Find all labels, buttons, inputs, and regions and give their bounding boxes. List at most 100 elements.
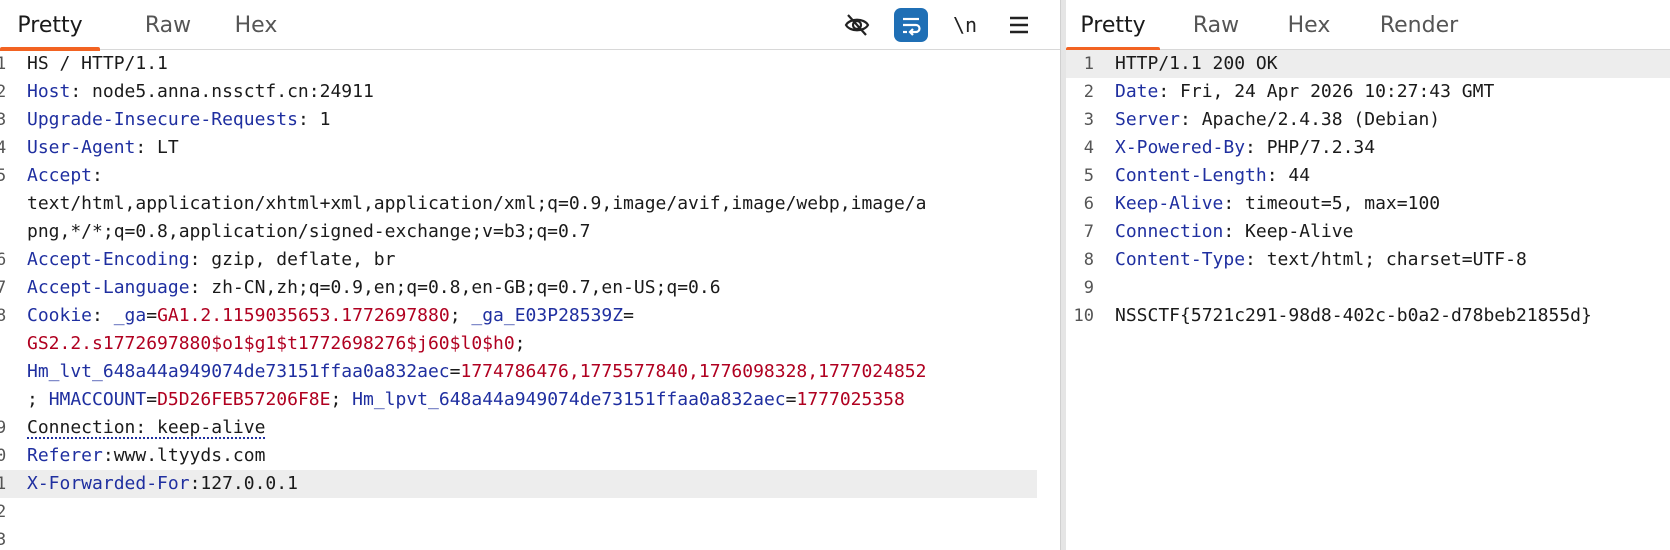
status-line: HTTP/1.1 200 OK	[1115, 53, 1278, 74]
line-number: 7	[0, 278, 7, 298]
response-pane: Pretty Raw Hex Render 1 HTTP/1.1 200 OK …	[1066, 0, 1670, 550]
separator: ;	[449, 305, 472, 326]
cookie-name: _ga	[113, 305, 147, 326]
header-value-wrapped: text/html,application/xhtml+xml,applicat…	[27, 193, 927, 214]
response-tabbar: Pretty Raw Hex Render	[1066, 0, 1670, 51]
request-line: 4 User-Agent: LT	[0, 134, 1060, 162]
line-number: 2	[0, 82, 7, 102]
line-number: 7	[1083, 222, 1094, 242]
header-name: Host	[27, 81, 71, 102]
line-number: 3	[0, 530, 7, 550]
request-line-current: 1 X-Forwarded-For:127.0.0.1	[0, 470, 1037, 498]
cookie-value: 1774786476,1775577840,1776098328,1777024…	[460, 361, 927, 382]
request-tabbar: Pretty Raw Hex \n	[0, 0, 1060, 51]
header-name: User-Agent	[27, 137, 136, 158]
header-name: Keep-Alive	[1115, 193, 1224, 214]
line-number: 5	[1083, 166, 1094, 186]
response-line: 2 Date: Fri, 24 Apr 2026 10:27:43 GMT	[1066, 78, 1670, 106]
cookie-name: HMACCOUNT	[48, 389, 147, 410]
request-line: 7 Accept-Language: zh-CN,zh;q=0.9,en;q=0…	[0, 274, 1060, 302]
header-value: : node5.anna.nssctf.cn:24911	[70, 81, 374, 102]
tab-response-raw[interactable]: Raw	[1166, 0, 1266, 50]
header-value: : Apache/2.4.38 (Debian)	[1180, 109, 1441, 130]
response-line: 5 Content-Length: 44	[1066, 162, 1670, 190]
header-value: : Fri, 24 Apr 2026 10:27:43 GMT	[1158, 81, 1495, 102]
request-line: text/html,application/xhtml+xml,applicat…	[0, 190, 1060, 218]
wrap-icon[interactable]	[894, 8, 928, 42]
header-name: Content-Length	[1115, 165, 1267, 186]
separator: ;	[514, 333, 526, 354]
request-editor[interactable]: 1 HS / HTTP/1.1 2 Host: node5.anna.nssct…	[0, 50, 1060, 550]
line-number: 10	[1073, 306, 1094, 326]
line-number: 2	[0, 502, 7, 522]
menu-icon[interactable]	[1002, 8, 1036, 42]
response-line: 7 Connection: Keep-Alive	[1066, 218, 1670, 246]
cookie-name: Hm_lvt_648a44a949074de73151ffaa0a832aec	[27, 361, 450, 382]
header-value: : zh-CN,zh;q=0.9,en;q=0.8,en-GB;q=0.7,en…	[189, 277, 721, 298]
response-line: 8 Content-Type: text/html; charset=UTF-8	[1066, 246, 1670, 274]
header-name: Content-Type	[1115, 249, 1246, 270]
request-line: 0 Referer:www.ltyyds.com	[0, 442, 1060, 470]
response-line-current: 1 HTTP/1.1 200 OK	[1066, 50, 1670, 78]
line-number: 4	[1083, 138, 1094, 158]
eye-off-icon[interactable]	[840, 8, 874, 42]
header-name: X-Forwarded-For	[27, 473, 190, 494]
tab-request-raw[interactable]: Raw	[118, 0, 218, 50]
header-name: Date	[1115, 81, 1159, 102]
request-pane: Pretty Raw Hex \n 1 HS / HTTP/1.1 2 Host…	[0, 0, 1060, 550]
http-message-viewer: Pretty Raw Hex \n 1 HS / HTTP/1.1 2 Host…	[0, 0, 1670, 550]
line-number: 5	[0, 166, 7, 186]
request-line: 9 Connection: keep-alive	[0, 414, 1060, 442]
separator: ;	[27, 389, 49, 410]
header-value: :	[92, 165, 103, 186]
response-line: 3 Server: Apache/2.4.38 (Debian)	[1066, 106, 1670, 134]
request-line: ; HMACCOUNT=D5D26FEB57206F8E; Hm_lpvt_64…	[0, 386, 1060, 414]
line-number: 3	[1083, 110, 1094, 130]
header-value: : gzip, deflate, br	[189, 249, 396, 270]
newline-icon[interactable]: \n	[948, 8, 982, 42]
response-line: 9	[1066, 274, 1670, 302]
tab-response-hex[interactable]: Hex	[1272, 0, 1346, 50]
header-value: :127.0.0.1	[189, 473, 298, 494]
header-name: Accept-Encoding	[27, 249, 190, 270]
line-number: 6	[1083, 194, 1094, 214]
line-number: 1	[0, 474, 7, 494]
tab-request-pretty[interactable]: Pretty	[0, 0, 100, 51]
cookie-value: GS2.2.s1772697880$o1$g1$t1772698276$j60$…	[27, 333, 515, 354]
line-number: 3	[0, 110, 7, 130]
request-line: 1 HS / HTTP/1.1	[0, 50, 1060, 78]
response-line: 10 NSSCTF{5721c291-98d8-402c-b0a2-d78beb…	[1066, 302, 1670, 330]
cookie-name: Hm_lpvt_648a44a949074de73151ffaa0a832aec	[352, 389, 786, 410]
line-number: 4	[0, 138, 7, 158]
response-line: 4 X-Powered-By: PHP/7.2.34	[1066, 134, 1670, 162]
response-editor[interactable]: 1 HTTP/1.1 200 OK 2 Date: Fri, 24 Apr 20…	[1066, 50, 1670, 550]
header-name: X-Powered-By	[1115, 137, 1246, 158]
request-line: 6 Accept-Encoding: gzip, deflate, br	[0, 246, 1060, 274]
header-name: Accept	[27, 165, 93, 186]
tab-response-pretty[interactable]: Pretty	[1066, 0, 1160, 51]
header-name: Cookie	[27, 305, 93, 326]
separator: =	[785, 389, 797, 410]
separator: =	[623, 305, 634, 326]
separator: =	[146, 305, 158, 326]
request-line: GS2.2.s1772697880$o1$g1$t1772698276$j60$…	[0, 330, 1060, 358]
request-line: 2 Host: node5.anna.nssctf.cn:24911	[0, 78, 1060, 106]
header-name: Upgrade-Insecure-Requests	[27, 109, 298, 130]
tab-request-hex[interactable]: Hex	[216, 0, 296, 50]
header-name: Server	[1115, 109, 1181, 130]
response-body-flag: NSSCTF{5721c291-98d8-402c-b0a2-d78beb218…	[1115, 305, 1592, 326]
separator: ;	[330, 389, 353, 410]
request-line: 3 Upgrade-Insecure-Requests: 1	[0, 106, 1060, 134]
line-number: 1	[0, 54, 7, 74]
header-value: : 1	[297, 109, 331, 130]
request-line: 2	[0, 498, 1060, 526]
line-number: 9	[0, 418, 7, 438]
line-number: 8	[0, 306, 7, 326]
separator: =	[449, 361, 461, 382]
separator: =	[146, 389, 158, 410]
tab-response-render[interactable]: Render	[1364, 0, 1474, 50]
separator: :	[92, 305, 114, 326]
cookie-value: GA1.2.1159035653.1772697880	[157, 305, 450, 326]
header-value-wrapped: png,*/*;q=0.8,application/signed-exchang…	[27, 221, 591, 242]
header-name: Referer	[27, 445, 103, 466]
